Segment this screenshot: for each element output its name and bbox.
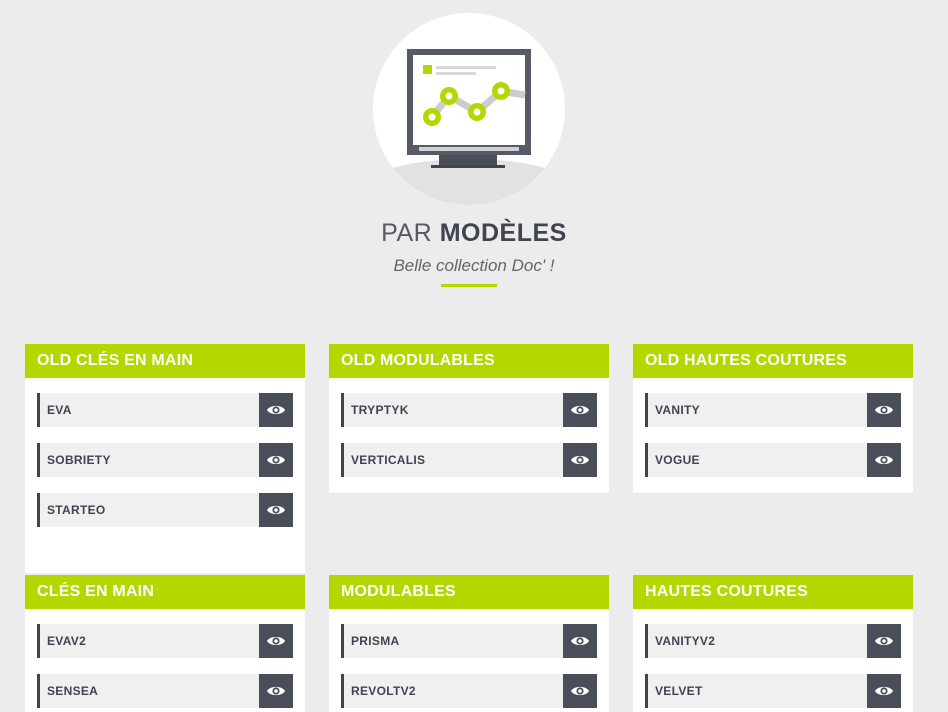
- category-card-cles-en-main: CLÉS EN MAIN EVAV2 SENSEA: [25, 575, 305, 712]
- template-item-verticalis[interactable]: VERTICALIS: [341, 443, 597, 477]
- template-name: STARTEO: [47, 503, 106, 517]
- template-name: EVA: [47, 403, 72, 417]
- template-name: EVAV2: [47, 634, 87, 648]
- page-title-main: MODÈLES: [439, 219, 567, 247]
- template-item-vogue[interactable]: VOGUE: [645, 443, 901, 477]
- eye-icon[interactable]: [563, 443, 597, 477]
- category-card-old-hautes-coutures: OLD HAUTES COUTURES VANITY VOGUE: [633, 344, 913, 493]
- template-name: SOBRIETY: [47, 453, 111, 467]
- eye-icon[interactable]: [867, 443, 901, 477]
- template-item-vanityv2[interactable]: VANITYV2: [645, 624, 901, 658]
- template-name: VANITY: [655, 403, 700, 417]
- template-item-velvet[interactable]: VELVET: [645, 674, 901, 708]
- monitor-chart-icon: [373, 13, 565, 205]
- category-title: CLÉS EN MAIN: [25, 575, 305, 609]
- template-item-vanity[interactable]: VANITY: [645, 393, 901, 427]
- eye-icon[interactable]: [259, 493, 293, 527]
- template-item-tryptyk[interactable]: TRYPTYK: [341, 393, 597, 427]
- template-name: REVOLTV2: [351, 684, 416, 698]
- eye-icon[interactable]: [563, 393, 597, 427]
- category-title: OLD HAUTES COUTURES: [633, 344, 913, 378]
- template-item-revoltv2[interactable]: REVOLTV2: [341, 674, 597, 708]
- eye-icon[interactable]: [259, 443, 293, 477]
- eye-icon[interactable]: [867, 624, 901, 658]
- template-name: PRISMA: [351, 634, 400, 648]
- eye-icon[interactable]: [563, 674, 597, 708]
- template-item-prisma[interactable]: PRISMA: [341, 624, 597, 658]
- template-item-evav2[interactable]: EVAV2: [37, 624, 293, 658]
- category-title: OLD CLÉS EN MAIN: [25, 344, 305, 378]
- template-name: TRYPTYK: [351, 403, 409, 417]
- category-card-old-cles-en-main: OLD CLÉS EN MAIN EVA SOBRIETY STARTEO: [25, 344, 305, 573]
- category-title: MODULABLES: [329, 575, 609, 609]
- template-name: VOGUE: [655, 453, 700, 467]
- eye-icon[interactable]: [259, 674, 293, 708]
- eye-icon[interactable]: [867, 393, 901, 427]
- template-item-sensea[interactable]: SENSEA: [37, 674, 293, 708]
- category-card-old-modulables: OLD MODULABLES TRYPTYK VERTICALIS: [329, 344, 609, 493]
- eye-icon[interactable]: [563, 624, 597, 658]
- category-card-hautes-coutures: HAUTES COUTURES VANITYV2 VELVET: [633, 575, 913, 712]
- template-name: SENSEA: [47, 684, 99, 698]
- category-title: HAUTES COUTURES: [633, 575, 913, 609]
- category-card-modulables: MODULABLES PRISMA REVOLTV2: [329, 575, 609, 712]
- template-name: VELVET: [655, 684, 703, 698]
- title-divider: [441, 284, 497, 287]
- eye-icon[interactable]: [259, 393, 293, 427]
- page-title-prefix: PAR: [381, 219, 433, 247]
- page-subtitle: Belle collection Doc' !: [393, 256, 555, 275]
- category-title: OLD MODULABLES: [329, 344, 609, 378]
- template-item-sobriety[interactable]: SOBRIETY: [37, 443, 293, 477]
- template-name: VANITYV2: [655, 634, 716, 648]
- template-item-starteo[interactable]: STARTEO: [37, 493, 293, 527]
- page-title: PAR MODÈLES: [0, 219, 948, 248]
- template-item-eva[interactable]: EVA: [37, 393, 293, 427]
- template-name: VERTICALIS: [351, 453, 426, 467]
- eye-icon[interactable]: [867, 674, 901, 708]
- eye-icon[interactable]: [259, 624, 293, 658]
